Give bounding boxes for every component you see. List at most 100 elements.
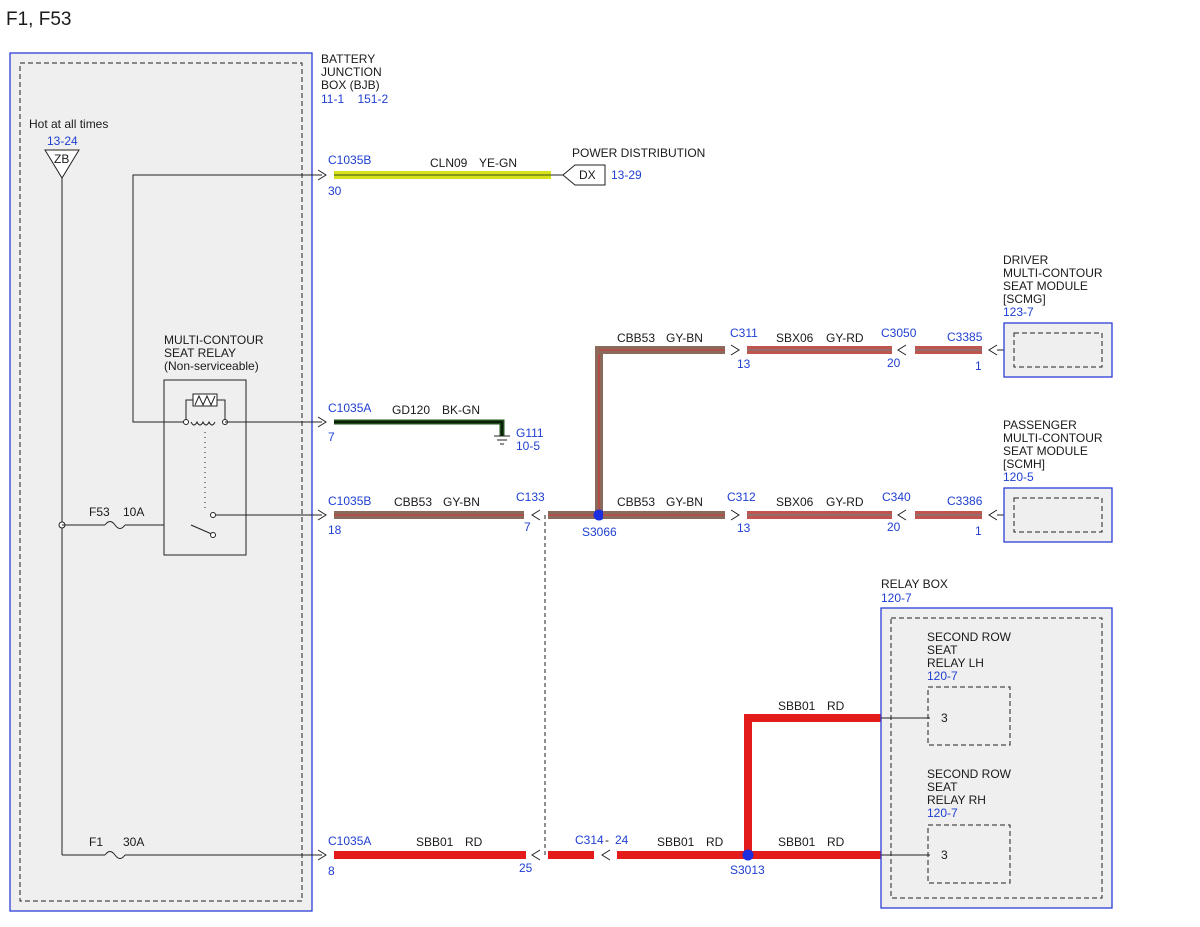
- g111-label[interactable]: G111: [516, 426, 544, 440]
- wire-sbb01-a: [334, 851, 526, 859]
- driver-label-3: SEAT MODULE: [1003, 279, 1088, 293]
- c1035b-top-pin: 30: [328, 184, 342, 198]
- sbb01-circuit-lh: SBB01: [778, 699, 816, 713]
- c3385-pin: 1: [975, 359, 982, 373]
- c340-pin: 20: [887, 520, 901, 534]
- relay-feed-circuit: SBB01: [416, 835, 454, 849]
- lh-label-2: SEAT: [927, 643, 958, 657]
- rh-ref[interactable]: 120-7: [927, 806, 958, 820]
- lh-pin: 3: [941, 711, 948, 725]
- c1035a-gnd-pin: 7: [328, 430, 335, 444]
- bjb-label-2: JUNCTION: [321, 65, 382, 79]
- pass-label-3: SEAT MODULE: [1003, 444, 1088, 458]
- pass-label-4: [SCMH]: [1003, 457, 1045, 471]
- switch-contact-nc: [210, 532, 216, 538]
- f1-rating: 30A: [123, 835, 144, 849]
- c1035a-relay-label[interactable]: C1035A: [328, 834, 371, 848]
- splice-s3066[interactable]: [593, 509, 605, 521]
- driver-color: GY-BN: [666, 331, 703, 345]
- sbb01-circuit-d: SBB01: [778, 835, 816, 849]
- hot-symbol: ZB: [54, 152, 69, 166]
- coil-node-a: [183, 419, 189, 425]
- connector-arrow: [988, 509, 998, 521]
- connector-arrow: [601, 849, 611, 861]
- c312-pin: 13: [737, 521, 751, 535]
- f53-rating: 10A: [123, 505, 144, 519]
- driver-color2: GY-RD: [826, 331, 864, 345]
- relay-box-label: RELAY BOX: [881, 577, 948, 591]
- connector-arrow: [730, 344, 740, 356]
- relay-label-2: SEAT RELAY: [164, 346, 236, 360]
- rh-label-3: RELAY RH: [927, 793, 986, 807]
- dx-label: DX: [579, 168, 596, 182]
- sbb01-color-lh: RD: [827, 699, 845, 713]
- lh-ref[interactable]: 120-7: [927, 669, 958, 683]
- hot-ref[interactable]: 13-24: [47, 134, 78, 148]
- cln09-circuit: CLN09: [430, 156, 468, 170]
- gd120-circuit: GD120: [392, 403, 430, 417]
- c311-pin: 13: [737, 357, 751, 371]
- relay-label-1: MULTI-CONTOUR: [164, 333, 264, 347]
- rh-label-2: SEAT: [927, 780, 958, 794]
- lh-label-1: SECOND ROW: [927, 630, 1012, 644]
- c314-pin-right: 24: [615, 833, 629, 847]
- driver-module-box: [1003, 322, 1113, 378]
- relay-label-3: (Non-serviceable): [164, 359, 259, 373]
- c133-label[interactable]: C133: [516, 490, 545, 504]
- bjb-refs[interactable]: 11-1 151-2: [321, 92, 388, 106]
- switch-contact-out: [210, 512, 216, 518]
- relay-box-ref[interactable]: 120-7: [881, 591, 912, 605]
- driver-circuit2: SBX06: [776, 331, 814, 345]
- sbb01-circuit-c: SBB01: [657, 835, 695, 849]
- connector-arrow: [531, 509, 541, 521]
- pass-circuit: CBB53: [617, 495, 655, 509]
- s3013-label[interactable]: S3013: [730, 863, 765, 877]
- wire-sbb01-riser: [744, 714, 752, 855]
- connector-arrow: [897, 344, 907, 356]
- rh-label-1: SECOND ROW: [927, 767, 1012, 781]
- f1-name: F1: [89, 835, 103, 849]
- pass-color2: GY-RD: [826, 495, 864, 509]
- pass-color: GY-BN: [666, 495, 703, 509]
- pass-circuit2: SBX06: [776, 495, 814, 509]
- cln09-color: YE-GN: [479, 156, 517, 170]
- f53-name: F53: [89, 505, 110, 519]
- wire-sbb01-lh: [744, 714, 881, 722]
- c1035a-relay-pin: 8: [328, 864, 335, 878]
- c314-separator: -: [605, 833, 609, 847]
- relay-feed-color: RD: [465, 835, 483, 849]
- c311-label[interactable]: C311: [730, 326, 758, 340]
- c1035b-seat-label[interactable]: C1035B: [328, 494, 371, 508]
- sbb01-color-c: RD: [706, 835, 724, 849]
- g111-ref[interactable]: 10-5: [516, 439, 540, 453]
- s3066-label[interactable]: S3066: [582, 525, 617, 539]
- hot-label: Hot at all times: [29, 117, 108, 131]
- wire-sbb01-b: [548, 851, 594, 859]
- c3386-pin: 1: [975, 524, 982, 538]
- c1035b-top-label[interactable]: C1035B: [328, 153, 371, 167]
- connector-arrow: [531, 849, 541, 861]
- c133-pin: 7: [524, 520, 531, 534]
- c340-label[interactable]: C340: [882, 490, 911, 504]
- c312-label[interactable]: C312: [727, 490, 756, 504]
- c3385-label[interactable]: C3385: [947, 330, 983, 344]
- power-dist-ref[interactable]: 13-29: [611, 168, 642, 182]
- bjb-box: [9, 52, 313, 912]
- c3050-label[interactable]: C3050: [881, 326, 917, 340]
- rh-pin: 3: [941, 848, 948, 862]
- page-title: F1, F53: [6, 9, 71, 30]
- driver-ref[interactable]: 123-7: [1003, 305, 1034, 319]
- wiring-diagram: F1, F53 BATTERY JUNCTION BOX (BJB) 11-1 …: [6, 9, 1113, 912]
- c1035a-gnd-label[interactable]: C1035A: [328, 401, 371, 415]
- c1035b-seat-pin: 18: [328, 523, 342, 537]
- c314-label[interactable]: C314: [575, 833, 604, 847]
- connector-arrow: [988, 344, 998, 356]
- splice-s3013[interactable]: [742, 849, 754, 861]
- c3386-label[interactable]: C3386: [947, 494, 983, 508]
- driver-label-2: MULTI-CONTOUR: [1003, 266, 1103, 280]
- driver-circuit: CBB53: [617, 331, 655, 345]
- c3050-pin: 20: [887, 356, 901, 370]
- pass-module-box: [1003, 487, 1113, 543]
- pass-label-1: PASSENGER: [1003, 418, 1077, 432]
- pass-ref[interactable]: 120-5: [1003, 470, 1034, 484]
